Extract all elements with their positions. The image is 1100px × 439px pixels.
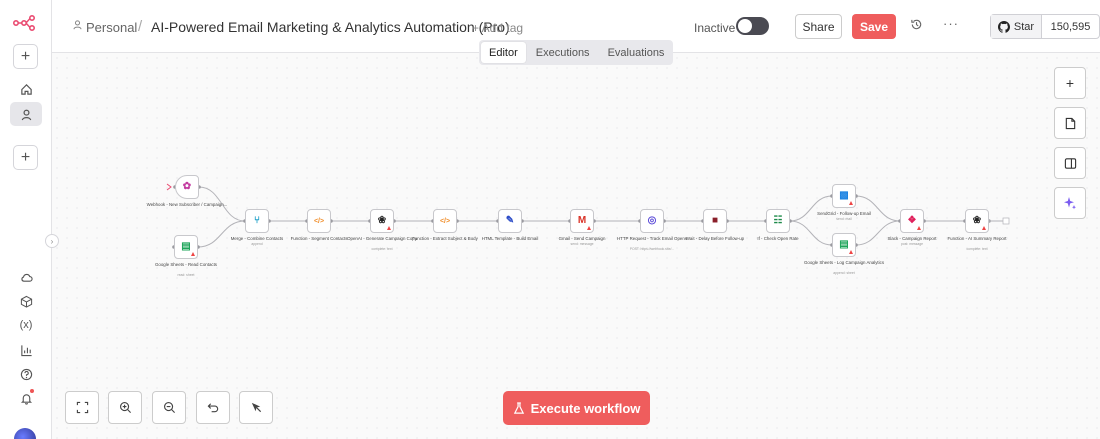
node-subtitle: append	[251, 242, 263, 246]
wait-icon: ■	[711, 215, 719, 226]
warning-icon	[191, 252, 195, 256]
openai-icon: ❀	[377, 215, 387, 226]
code-icon: </>	[313, 217, 325, 225]
node-subtitle: POST: https://webhook.site/...	[629, 247, 675, 251]
tab-editor[interactable]: Editor	[481, 42, 526, 63]
sendgrid-icon: ▩	[839, 190, 849, 201]
warning-icon	[587, 226, 591, 230]
trigger-indicator	[166, 183, 172, 191]
node-label: SendGrid - Follow-up Email	[817, 211, 871, 216]
gmail-icon: M	[577, 215, 587, 226]
warning-icon	[982, 226, 986, 230]
node-label: Google Sheets - Read Contacts	[155, 262, 217, 267]
workflow-node[interactable]: </>	[307, 209, 331, 233]
warning-icon	[849, 201, 853, 205]
node-label: Webhook - New Subscriber / Campaign...	[146, 202, 228, 207]
merge-icon: ⑂	[254, 215, 260, 226]
workflow-node[interactable]: ■	[703, 209, 727, 233]
add-node-handle	[1002, 217, 1010, 225]
html-icon: ✎	[505, 215, 515, 226]
node-subtitle: send: mail	[836, 217, 852, 221]
workflow-node[interactable]: ✎	[498, 209, 522, 233]
chevron-right-icon[interactable]: ›	[45, 234, 59, 248]
openai-icon: ❀	[972, 215, 982, 226]
node-subtitle: send: message	[570, 242, 594, 246]
node-subtitle: complete: text	[966, 247, 988, 251]
http-icon: ◎	[647, 215, 657, 226]
workflow-node[interactable]: </>	[433, 209, 457, 233]
tab-evaluations[interactable]: Evaluations	[600, 42, 673, 63]
node-label: Google Sheets - Log Campaign Analytics	[803, 260, 885, 265]
node-subtitle: read: sheet	[177, 273, 195, 277]
slack-icon: ❖	[907, 215, 917, 226]
warning-icon	[387, 226, 391, 230]
node-label: If - Check Open Rate	[757, 236, 799, 241]
warning-icon	[917, 226, 921, 230]
node-connection	[789, 220, 833, 246]
code-icon: </>	[439, 217, 451, 225]
workflow-node[interactable]: ✿	[175, 175, 199, 199]
if-icon: ☷	[773, 215, 783, 226]
workflow-connections	[166, 183, 1010, 249]
workflow-node[interactable]: ◎	[640, 209, 664, 233]
node-subtitle: append: sheet	[833, 271, 855, 275]
node-subtitle: post: message	[900, 242, 924, 246]
workflow-node[interactable]: ☷	[766, 209, 790, 233]
node-subtitle: complete: text	[371, 247, 393, 251]
webhook-icon: ✿	[182, 181, 192, 192]
warning-icon	[849, 250, 853, 254]
workflow-node[interactable]: ⑂	[245, 209, 269, 233]
google-sheets-icon: ▤	[839, 239, 849, 250]
tab-executions[interactable]: Executions	[528, 42, 598, 63]
node-label: Function - AI Summary Report	[947, 236, 1007, 241]
google-sheets-icon: ▤	[181, 241, 191, 252]
view-tabs: Editor Executions Evaluations	[479, 40, 673, 65]
